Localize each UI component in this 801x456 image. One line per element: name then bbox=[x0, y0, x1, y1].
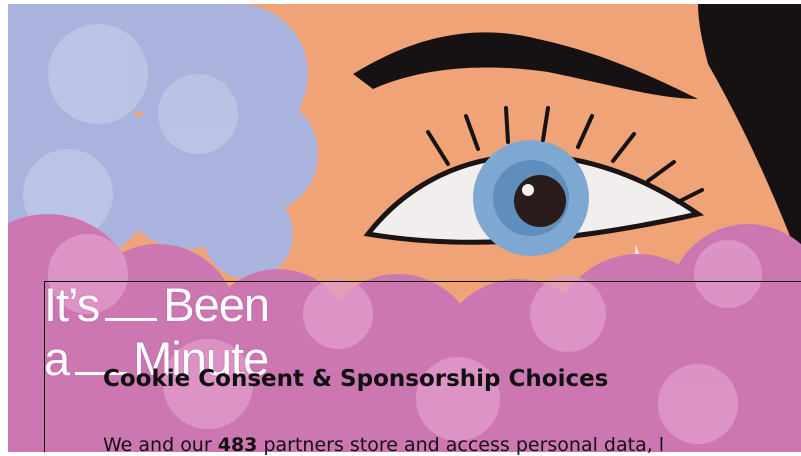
dialog-body-text: We and our 483 partners store and access… bbox=[103, 434, 664, 456]
body-suffix: partners store and access personal data,… bbox=[263, 434, 665, 456]
dialog-title: Cookie Consent & Sponsorship Choices bbox=[103, 366, 609, 392]
body-prefix: We and our bbox=[103, 434, 212, 456]
cookie-consent-dialog: Cookie Consent & Sponsorship Choices We … bbox=[44, 281, 801, 456]
partner-count: 483 bbox=[217, 434, 258, 456]
